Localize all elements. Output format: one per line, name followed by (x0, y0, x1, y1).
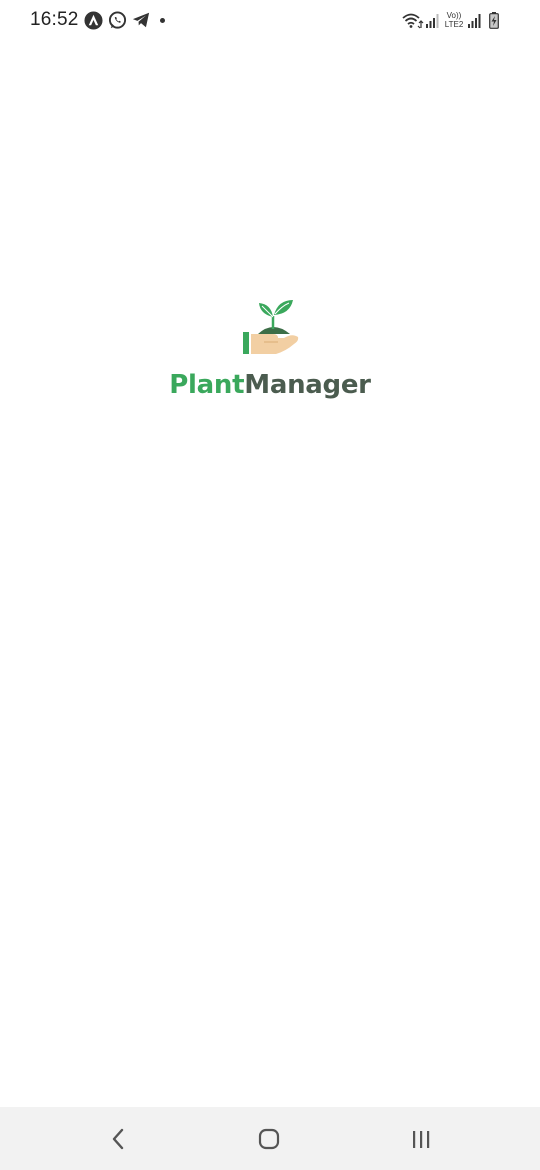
plant-in-hand-icon (240, 296, 302, 358)
brand-name-plant: Plant (169, 370, 245, 400)
system-icons: Vo)) LTE2 (402, 11, 514, 31)
notification-dot-icon (160, 18, 165, 23)
status-bar: 16:52 Vo)) LTE2 (0, 0, 540, 42)
back-icon (112, 1128, 124, 1150)
home-icon (258, 1128, 280, 1150)
telegram-icon (132, 11, 150, 29)
status-time: 16:52 (30, 9, 79, 30)
recents-button[interactable] (401, 1123, 441, 1155)
signal-icon (426, 14, 439, 28)
volte-lte2-icon: Vo)) LTE2 (444, 11, 464, 29)
battery-charging-icon (489, 12, 499, 29)
recents-icon (413, 1131, 430, 1148)
home-button[interactable] (249, 1123, 289, 1155)
back-button[interactable] (98, 1123, 138, 1155)
navigation-bar (0, 1107, 540, 1170)
splash-screen: PlantManager (0, 294, 540, 414)
signal-icon (468, 14, 481, 28)
brand-name-manager: Manager (244, 370, 371, 400)
app-logo-text: PlantManager (0, 370, 540, 400)
whatsapp-icon (108, 11, 127, 30)
wifi-icon (402, 13, 424, 29)
android-auto-icon (84, 11, 103, 30)
